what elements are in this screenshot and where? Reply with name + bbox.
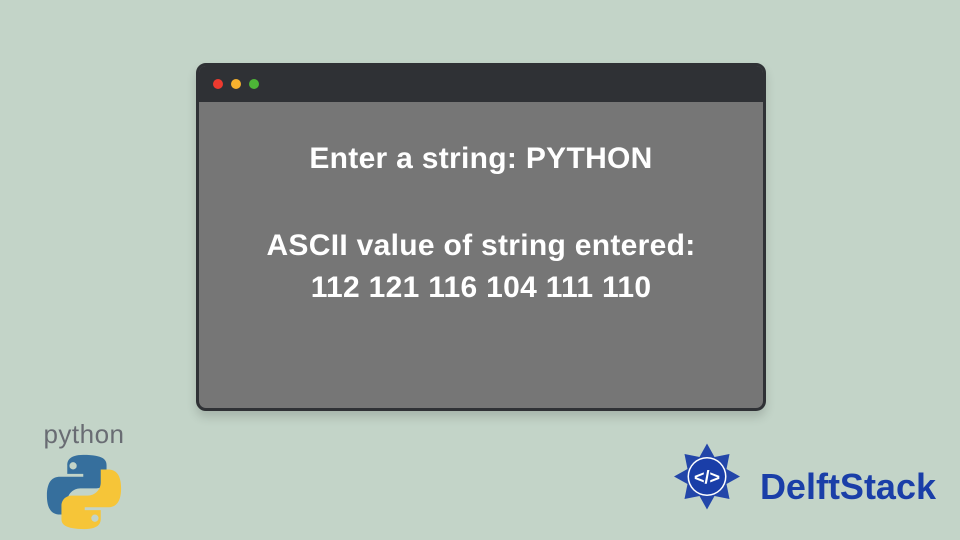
terminal-content: Enter a string: PYTHON ASCII value of st…: [199, 102, 763, 325]
delftstack-logo: </> DelftStack: [662, 442, 936, 532]
maximize-icon[interactable]: [249, 79, 259, 89]
prompt-line: Enter a string: PYTHON: [219, 142, 743, 176]
svg-text:</>: </>: [694, 467, 720, 487]
python-icon: [39, 452, 129, 532]
python-logo: python: [14, 419, 154, 532]
terminal-window: Enter a string: PYTHON ASCII value of st…: [196, 63, 766, 411]
delftstack-logo-label: DelftStack: [760, 466, 936, 508]
delftstack-icon: </>: [662, 442, 752, 532]
close-icon[interactable]: [213, 79, 223, 89]
titlebar: [199, 66, 763, 102]
result-values: 112 121 116 104 111 110: [219, 271, 743, 305]
minimize-icon[interactable]: [231, 79, 241, 89]
result-label: ASCII value of string entered:: [219, 226, 743, 267]
python-logo-label: python: [14, 419, 154, 450]
